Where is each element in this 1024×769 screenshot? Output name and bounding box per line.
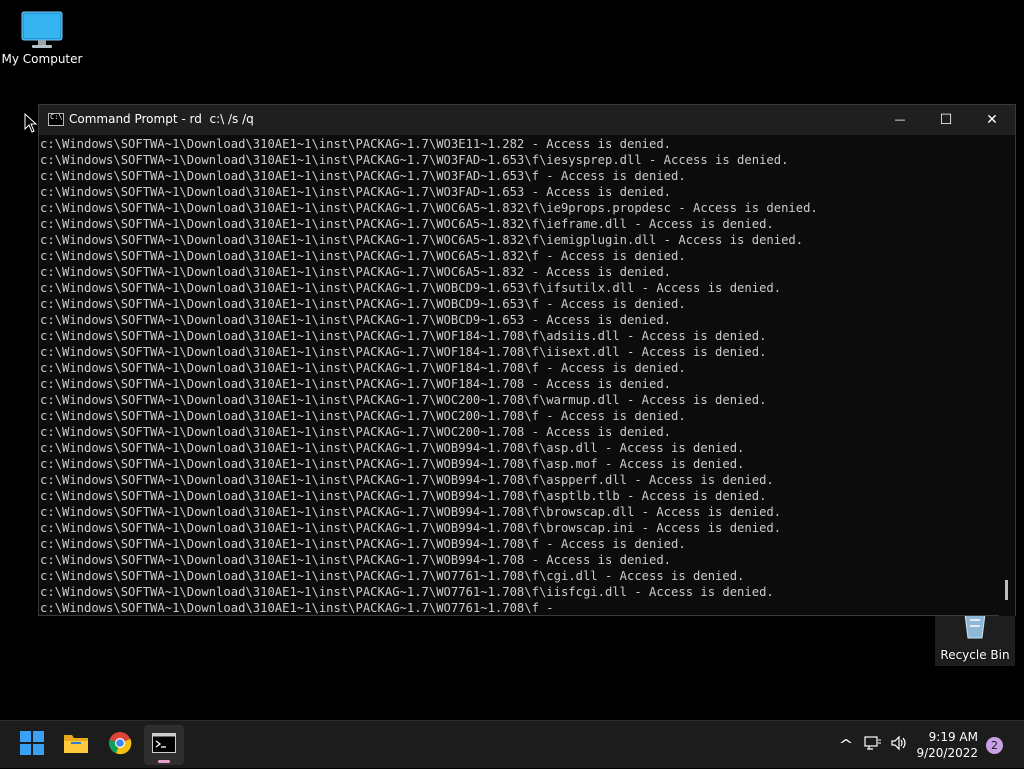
console-line: c:\Windows\SOFTWA~1\Download\310AE1~1\in… — [40, 233, 804, 247]
start-button[interactable] — [12, 725, 52, 765]
folder-icon — [63, 732, 89, 758]
console-line: c:\Windows\SOFTWA~1\Download\310AE1~1\in… — [40, 601, 554, 615]
console-line: c:\Windows\SOFTWA~1\Download\310AE1~1\in… — [40, 377, 672, 391]
console-line: c:\Windows\SOFTWA~1\Download\310AE1~1\in… — [40, 137, 672, 151]
desktop-icon-my-computer[interactable]: My Computer — [0, 10, 84, 66]
volume-icon[interactable] — [890, 735, 908, 755]
taskbar: ^ 9:19 AM 9/20/2022 2 — [0, 720, 1024, 768]
desktop: My Computer Recycle Bin C:\ Command Prom… — [0, 0, 1024, 720]
console-line: c:\Windows\SOFTWA~1\Download\310AE1~1\in… — [40, 345, 767, 359]
console-line: c:\Windows\SOFTWA~1\Download\310AE1~1\in… — [40, 425, 672, 439]
active-app-indicator — [158, 760, 170, 763]
command-prompt-button[interactable] — [144, 725, 184, 765]
console-line: c:\Windows\SOFTWA~1\Download\310AE1~1\in… — [40, 537, 686, 551]
console-line: c:\Windows\SOFTWA~1\Download\310AE1~1\in… — [40, 409, 686, 423]
terminal-icon — [152, 733, 176, 757]
console-line: c:\Windows\SOFTWA~1\Download\310AE1~1\in… — [40, 313, 672, 327]
console-line: c:\Windows\SOFTWA~1\Download\310AE1~1\in… — [40, 169, 686, 183]
vertical-scrollbar[interactable] — [999, 135, 1015, 616]
console-line: c:\Windows\SOFTWA~1\Download\310AE1~1\in… — [40, 505, 782, 519]
desktop-icon-label: Recycle Bin — [940, 648, 1010, 662]
console-line: c:\Windows\SOFTWA~1\Download\310AE1~1\in… — [40, 185, 672, 199]
console-line: c:\Windows\SOFTWA~1\Download\310AE1~1\in… — [40, 553, 672, 567]
desktop-icon-label: My Computer — [1, 52, 83, 66]
console-line: c:\Windows\SOFTWA~1\Download\310AE1~1\in… — [40, 441, 745, 455]
command-prompt-icon: C:\ — [48, 113, 64, 126]
console-line: c:\Windows\SOFTWA~1\Download\310AE1~1\in… — [40, 249, 686, 263]
windows-logo-icon — [20, 731, 44, 759]
notification-badge[interactable]: 2 — [986, 737, 1003, 754]
chrome-button[interactable] — [100, 725, 140, 765]
console-line: c:\Windows\SOFTWA~1\Download\310AE1~1\in… — [40, 329, 767, 343]
desktop-icon-recycle-bin[interactable]: Recycle Bin — [935, 610, 1015, 666]
network-icon[interactable] — [864, 735, 882, 755]
maximize-button[interactable]: ☐ — [923, 105, 969, 135]
console-line: c:\Windows\SOFTWA~1\Download\310AE1~1\in… — [40, 217, 774, 231]
console-line: c:\Windows\SOFTWA~1\Download\310AE1~1\in… — [40, 393, 767, 407]
mouse-cursor-icon — [24, 112, 38, 133]
minimize-button[interactable]: — — [877, 105, 923, 135]
console-line: c:\Windows\SOFTWA~1\Download\310AE1~1\in… — [40, 473, 774, 487]
clock-date: 9/20/2022 — [916, 746, 978, 760]
console-line: c:\Windows\SOFTWA~1\Download\310AE1~1\in… — [40, 265, 672, 279]
window-titlebar[interactable]: C:\ Command Prompt - rd c:\ /s /q — ☐ ✕ — [39, 105, 1015, 135]
console-line: c:\Windows\SOFTWA~1\Download\310AE1~1\in… — [40, 489, 767, 503]
console-line: c:\Windows\SOFTWA~1\Download\310AE1~1\in… — [40, 201, 818, 215]
console-line: c:\Windows\SOFTWA~1\Download\310AE1~1\in… — [40, 521, 782, 535]
chrome-icon — [108, 731, 132, 759]
console-line: c:\Windows\SOFTWA~1\Download\310AE1~1\in… — [40, 457, 745, 471]
file-explorer-button[interactable] — [56, 725, 96, 765]
taskbar-clock[interactable]: 9:19 AM 9/20/2022 — [916, 729, 978, 761]
close-button[interactable]: ✕ — [969, 105, 1015, 135]
clock-time: 9:19 AM — [928, 730, 978, 744]
command-prompt-window[interactable]: C:\ Command Prompt - rd c:\ /s /q — ☐ ✕ … — [38, 104, 1016, 616]
console-line: c:\Windows\SOFTWA~1\Download\310AE1~1\in… — [40, 361, 686, 375]
scrollbar-thumb[interactable] — [1005, 580, 1008, 600]
console-line: c:\Windows\SOFTWA~1\Download\310AE1~1\in… — [40, 569, 745, 583]
monitor-icon — [20, 10, 64, 50]
show-hidden-icons-chevron-icon[interactable]: ^ — [832, 738, 860, 753]
console-output[interactable]: c:\Windows\SOFTWA~1\Download\310AE1~1\in… — [40, 136, 1000, 616]
console-line: c:\Windows\SOFTWA~1\Download\310AE1~1\in… — [40, 585, 774, 599]
console-line: c:\Windows\SOFTWA~1\Download\310AE1~1\in… — [40, 281, 782, 295]
console-line: c:\Windows\SOFTWA~1\Download\310AE1~1\in… — [40, 153, 789, 167]
window-title: Command Prompt - rd c:\ /s /q — [69, 112, 254, 126]
console-line: c:\Windows\SOFTWA~1\Download\310AE1~1\in… — [40, 297, 686, 311]
